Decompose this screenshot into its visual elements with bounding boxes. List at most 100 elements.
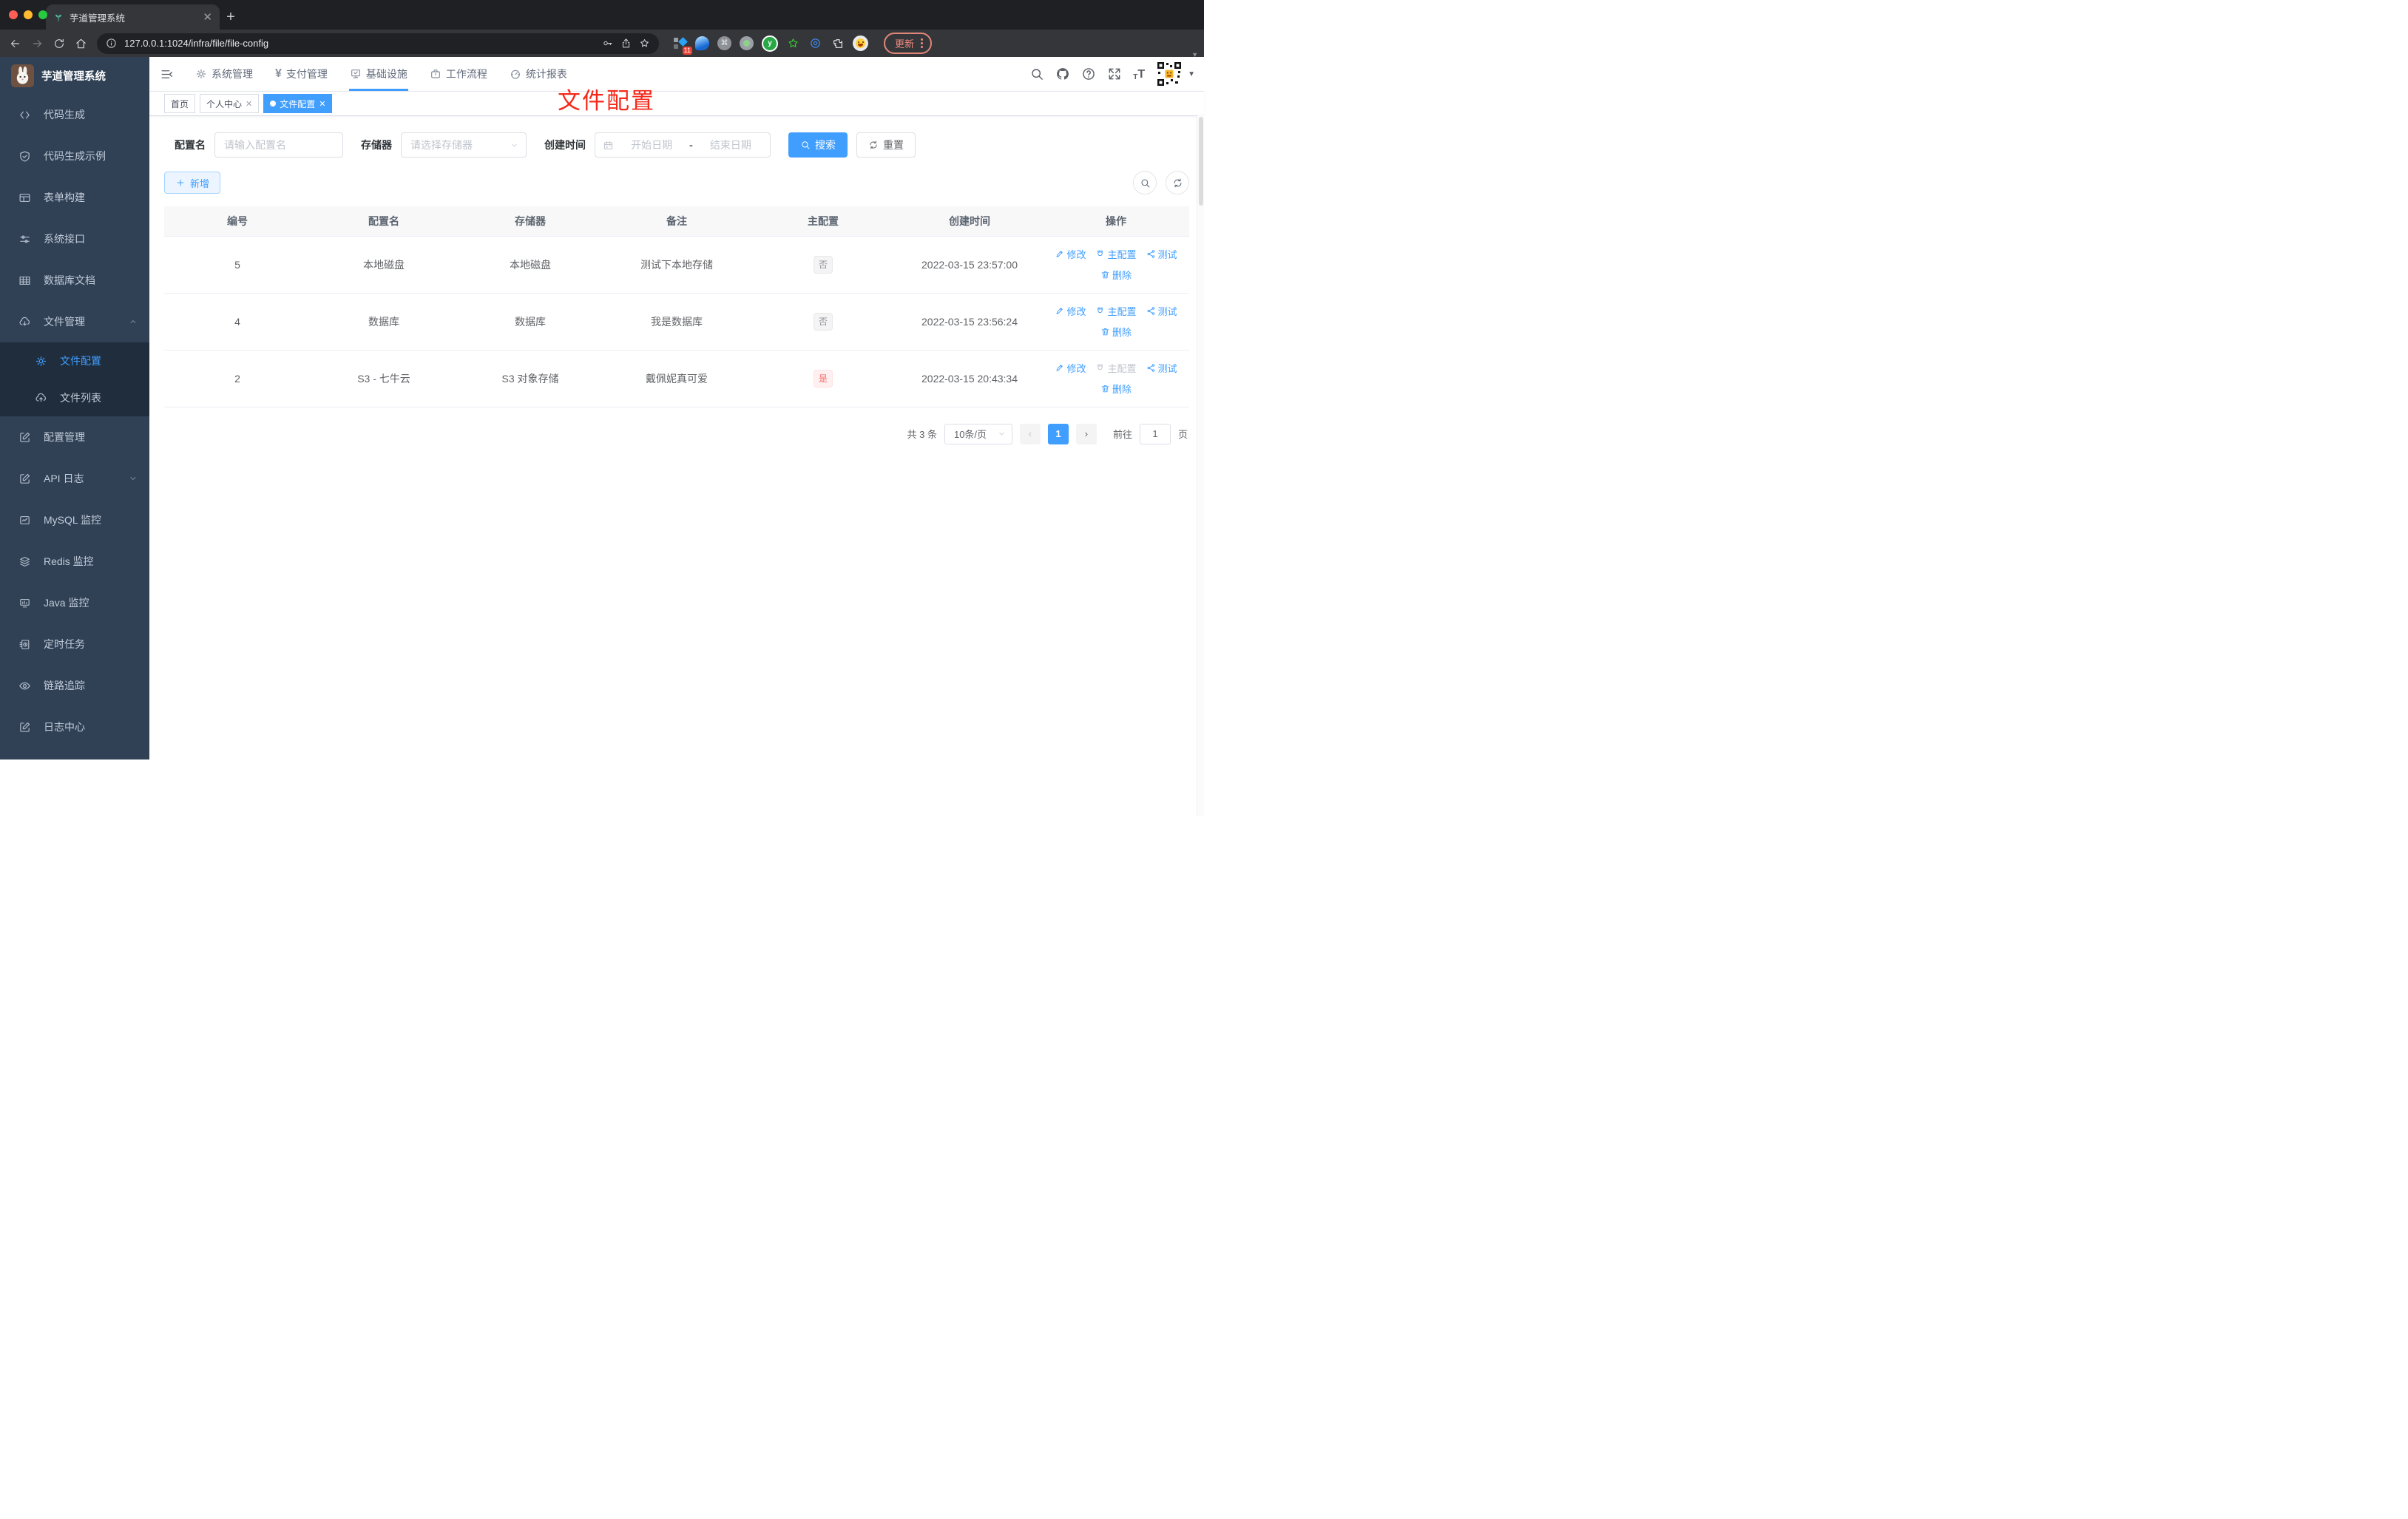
config-name-field[interactable]	[214, 132, 343, 158]
sidebar-item-config-management[interactable]: 配置管理	[0, 416, 149, 458]
edit-link[interactable]: 修改	[1055, 247, 1086, 261]
close-icon[interactable]: ✕	[246, 99, 252, 109]
magnet-icon	[1095, 249, 1105, 259]
config-name-input[interactable]	[224, 139, 334, 151]
sidebar-item-db-doc[interactable]: 数据库文档	[0, 260, 149, 301]
browser-tab[interactable]: 芋道管理系统 ✕	[46, 4, 220, 30]
extension-y-icon[interactable]: y	[762, 35, 778, 52]
topnav-system-management[interactable]: 系统管理	[184, 57, 264, 91]
edit-link[interactable]: 修改	[1055, 361, 1086, 375]
col-master: 主配置	[750, 206, 896, 237]
goto-page-input[interactable]	[1139, 423, 1171, 444]
home-icon[interactable]	[75, 37, 87, 50]
extension-tabs-icon[interactable]: 11	[673, 36, 692, 55]
bookmark-star-icon[interactable]	[639, 38, 650, 49]
sidebar-logo[interactable]: 芋道管理系统	[0, 57, 149, 94]
extension-star-icon[interactable]	[786, 36, 800, 50]
topnav-statistics[interactable]: 统计报表	[498, 57, 578, 91]
page-scrollbar[interactable]	[1197, 114, 1204, 816]
sidebar-item-file-management[interactable]: 文件管理	[0, 301, 149, 342]
minimize-window-button[interactable]	[24, 10, 33, 19]
extension-command-icon[interactable]: ⌘	[717, 36, 731, 50]
browser-update-button[interactable]: 更新	[884, 33, 933, 54]
gear-icon	[195, 68, 207, 80]
test-link[interactable]: 测试	[1146, 304, 1177, 318]
page-size-select[interactable]: 10条/页	[944, 423, 1012, 444]
sidebar-item-file-config[interactable]: 文件配置	[0, 342, 149, 379]
add-button[interactable]: 新增	[164, 172, 221, 194]
sidebar-item-redis-monitor[interactable]: Redis 监控	[0, 541, 149, 582]
sidebar-collapse-icon[interactable]	[149, 67, 184, 81]
profile-emoji-icon[interactable]	[853, 35, 868, 51]
date-range-picker[interactable]: 开始日期 - 结束日期	[595, 132, 771, 158]
close-window-button[interactable]	[9, 10, 18, 19]
cell-storage: S3 对象存储	[457, 350, 603, 407]
prev-page-button[interactable]: ‹	[1019, 423, 1041, 444]
delete-link[interactable]: 删除	[1100, 325, 1132, 339]
site-info-icon[interactable]	[106, 38, 117, 49]
master-config-link[interactable]: 主配置	[1095, 247, 1137, 261]
extension-pin-icon[interactable]	[695, 36, 709, 50]
header-search-icon[interactable]	[1029, 67, 1044, 81]
help-icon[interactable]	[1081, 67, 1096, 81]
extensions-puzzle-icon[interactable]	[831, 36, 845, 50]
sidebar-item-system-api[interactable]: 系统接口	[0, 218, 149, 260]
github-icon[interactable]	[1055, 67, 1070, 81]
sidebar: 芋道管理系统 代码生成 代码生成示例 表单构建 系统接口 数据库文档 文件管理 …	[0, 57, 149, 760]
sidebar-item-scheduled-tasks[interactable]: 定时任务	[0, 623, 149, 665]
zoom-window-button[interactable]	[38, 10, 47, 19]
tag-profile[interactable]: 个人中心 ✕	[200, 94, 260, 113]
topnav-payment-management[interactable]: ¥ 支付管理	[264, 57, 339, 91]
extension-gray-dot-icon[interactable]	[740, 36, 754, 50]
storage-select[interactable]: 请选择存储器	[401, 132, 527, 158]
tag-file-config[interactable]: 文件配置 ✕	[263, 94, 333, 113]
sidebar-item-code-gen[interactable]: 代码生成	[0, 94, 149, 135]
password-key-icon[interactable]	[602, 38, 613, 49]
topnav-workflow[interactable]: 工作流程	[419, 57, 498, 91]
end-date-placeholder[interactable]: 结束日期	[699, 138, 762, 152]
master-config-link[interactable]: 主配置	[1095, 304, 1137, 318]
extension-eye-icon[interactable]	[808, 36, 822, 50]
address-bar[interactable]: 127.0.0.1:1024/infra/file/file-config	[97, 33, 659, 54]
scrollbar-thumb[interactable]	[1199, 117, 1203, 206]
chevron-down-icon	[129, 474, 138, 483]
refresh-table-button[interactable]	[1166, 171, 1189, 194]
forward-icon[interactable]	[31, 37, 44, 50]
test-link[interactable]: 测试	[1146, 361, 1177, 375]
sidebar-item-code-demo[interactable]: 代码生成示例	[0, 135, 149, 177]
col-created: 创建时间	[896, 206, 1043, 237]
sidebar-item-mysql-monitor[interactable]: MySQL 监控	[0, 499, 149, 541]
close-icon[interactable]: ✕	[319, 99, 325, 109]
back-icon[interactable]	[9, 37, 21, 50]
share-page-icon[interactable]	[620, 38, 632, 49]
edit-link[interactable]: 修改	[1055, 304, 1086, 318]
tab-close-icon[interactable]: ✕	[203, 10, 212, 24]
sidebar-item-java-monitor[interactable]: Java 监控	[0, 582, 149, 623]
extension-badge: 11	[682, 47, 692, 55]
delete-link[interactable]: 删除	[1100, 268, 1132, 282]
sidebar-item-file-list[interactable]: 文件列表	[0, 379, 149, 416]
fullscreen-icon[interactable]	[1107, 67, 1122, 81]
show-search-toggle-button[interactable]	[1133, 171, 1157, 194]
reload-icon[interactable]	[53, 37, 65, 50]
sidebar-item-form-builder[interactable]: 表单构建	[0, 177, 149, 218]
font-size-icon[interactable]: TT	[1133, 67, 1145, 81]
topnav-infrastructure[interactable]: 基础设施	[339, 57, 419, 91]
window-controls[interactable]	[9, 10, 47, 19]
red-annotation-file-config: 文件配置	[558, 88, 655, 114]
user-avatar-qr[interactable]	[1156, 61, 1183, 87]
next-page-button[interactable]: ›	[1075, 423, 1097, 444]
sidebar-item-api-log[interactable]: API 日志	[0, 458, 149, 499]
delete-link[interactable]: 删除	[1100, 382, 1132, 396]
sidebar-item-trace[interactable]: 链路追踪	[0, 665, 149, 706]
reset-button[interactable]: 重置	[856, 132, 916, 158]
browser-menu-icon[interactable]	[921, 38, 924, 48]
sidebar-item-log-center[interactable]: 日志中心	[0, 706, 149, 748]
search-button[interactable]: 搜索	[788, 132, 848, 158]
test-link[interactable]: 测试	[1146, 247, 1177, 261]
avatar-caret-icon[interactable]: ▼	[1188, 70, 1195, 78]
tag-home[interactable]: 首页	[164, 94, 196, 113]
start-date-placeholder[interactable]: 开始日期	[620, 138, 683, 152]
new-tab-button[interactable]: +	[220, 4, 242, 30]
current-page[interactable]: 1	[1047, 423, 1069, 444]
